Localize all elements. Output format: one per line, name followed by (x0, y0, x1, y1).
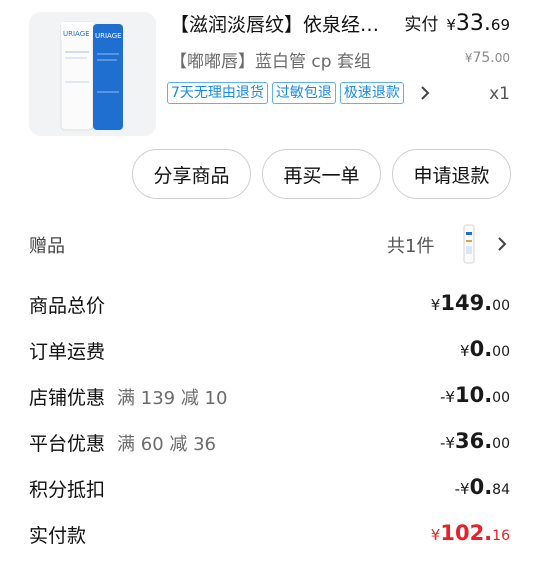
points-deduction-label: 积分抵扣 (29, 479, 106, 501)
platform-discount-currency: -¥ (440, 434, 455, 452)
platform-discount-label: 平台优惠满 60 减 36 (29, 429, 216, 456)
amount-paid-value: ¥102. 16 (431, 521, 510, 545)
tag-allergy-refund: 过敏包退 (271, 82, 336, 104)
gift-count[interactable]: 共1件 (387, 232, 434, 258)
product-title[interactable]: 【滋润淡唇纹】依泉经典润唇膏… (170, 12, 395, 38)
platform-discount-title: 平台优惠 (29, 433, 106, 455)
rebuy-button[interactable]: 再买一单 (262, 149, 381, 199)
store-discount-note: 满 139 减 10 (117, 388, 228, 409)
total-price-value: ¥149. 00 (431, 291, 510, 315)
amount-paid-label: 实付款 (29, 525, 87, 547)
amount-paid-decimal: 16 (492, 528, 510, 544)
points-deduction-value: -¥ 0. 84 (455, 475, 510, 499)
platform-discount-decimal: 00 (492, 436, 510, 452)
lip-balm-image: URIAGE URIAGE (29, 12, 156, 136)
store-discount-title: 店铺优惠 (29, 387, 106, 409)
points-amount: 0. (469, 475, 493, 499)
shipping-label: 订单运费 (29, 341, 106, 363)
total-currency: ¥ (430, 296, 441, 314)
store-discount-value: -¥ 10. 00 (440, 383, 510, 407)
platform-discount-note: 满 60 减 36 (117, 434, 216, 455)
shipping-decimal: 00 (492, 344, 510, 360)
paid-amount: 33. (455, 11, 491, 36)
points-decimal: 84 (492, 482, 510, 498)
orig-amount: 75. (472, 50, 495, 66)
gift-label: 赠品 (29, 236, 65, 257)
svg-text:URIAGE: URIAGE (95, 32, 122, 40)
product-paid-price: 实付 ¥ 33. 69 (404, 10, 510, 36)
shipping-amount: 0. (469, 337, 493, 361)
store-discount-label: 店铺优惠满 139 减 10 (29, 383, 227, 410)
product-spec: 【嘟嘟唇】蓝白管 cp 套组 (170, 52, 371, 72)
product-original-price: ¥75.00 (465, 50, 510, 66)
product-quantity: x1 (489, 84, 510, 104)
chevron-right-icon[interactable] (417, 83, 433, 103)
amount-paid-amount: 102. (440, 521, 493, 545)
total-decimal: 00 (492, 298, 510, 314)
tag-seven-day-return: 7天无理由退货 (167, 82, 268, 104)
store-discount-amount: 10. (454, 383, 493, 407)
store-discount-decimal: 00 (492, 390, 510, 406)
total-price-label: 商品总价 (29, 295, 106, 317)
paid-currency: ¥ (446, 16, 456, 34)
store-discount-currency: -¥ (440, 388, 455, 406)
platform-discount-value: -¥ 36. 00 (440, 429, 510, 453)
total-amount: 149. (440, 291, 493, 315)
shipping-value: ¥0. 00 (460, 337, 510, 361)
orig-decimal: 00 (494, 51, 510, 65)
paid-decimal: 69 (490, 16, 510, 34)
points-currency: -¥ (454, 480, 470, 498)
gift-thumbnail[interactable] (462, 224, 476, 264)
paid-label: 实付 (404, 15, 439, 35)
amount-paid-currency: ¥ (430, 526, 441, 544)
product-image[interactable]: URIAGE URIAGE (29, 12, 156, 136)
share-product-button[interactable]: 分享商品 (132, 149, 251, 199)
platform-discount-amount: 36. (454, 429, 493, 453)
service-tags[interactable]: 7天无理由退货 过敏包退 极速退款 (167, 82, 404, 104)
request-refund-button[interactable]: 申请退款 (392, 149, 511, 199)
svg-text:URIAGE: URIAGE (63, 30, 90, 38)
tag-fast-refund: 极速退款 (339, 82, 404, 104)
shipping-currency: ¥ (460, 342, 470, 360)
gift-chevron-right-icon[interactable] (494, 233, 510, 255)
